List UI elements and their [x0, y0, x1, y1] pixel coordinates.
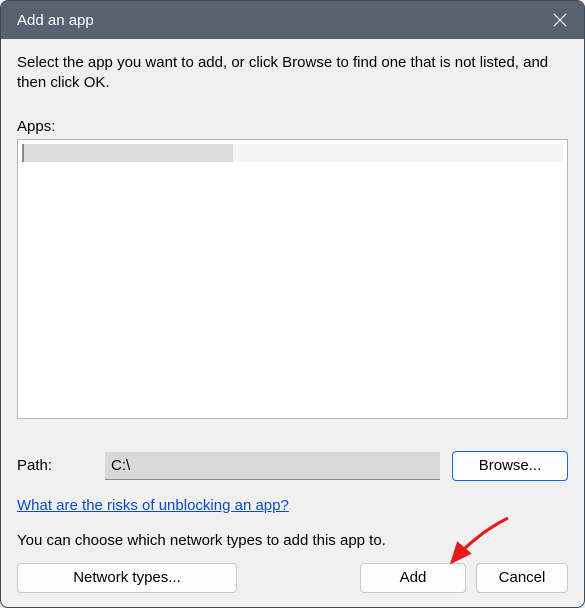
apps-label: Apps: [17, 118, 568, 135]
add-an-app-dialog: Add an app Select the app you want to ad… [0, 0, 585, 608]
list-item-selected[interactable] [22, 144, 233, 162]
dialog-body: Select the app you want to add, or click… [1, 39, 584, 607]
close-icon [553, 13, 567, 27]
path-row: Path: Browse... [17, 451, 568, 481]
window-title: Add an app [17, 12, 94, 29]
button-row: Network types... Add Cancel [17, 563, 568, 593]
risks-link[interactable]: What are the risks of unblocking an app? [17, 497, 568, 514]
path-input[interactable] [105, 452, 440, 480]
list-item[interactable] [22, 144, 563, 162]
instruction-text: Select the app you want to add, or click… [17, 53, 568, 94]
add-button[interactable]: Add [360, 563, 466, 593]
apps-listbox[interactable] [17, 139, 568, 419]
network-types-button[interactable]: Network types... [17, 563, 237, 593]
path-label: Path: [17, 457, 105, 474]
network-types-text: You can choose which network types to ad… [17, 532, 568, 549]
titlebar: Add an app [1, 1, 584, 39]
close-button[interactable] [536, 1, 584, 39]
cancel-button[interactable]: Cancel [476, 563, 568, 593]
browse-button[interactable]: Browse... [452, 451, 568, 481]
